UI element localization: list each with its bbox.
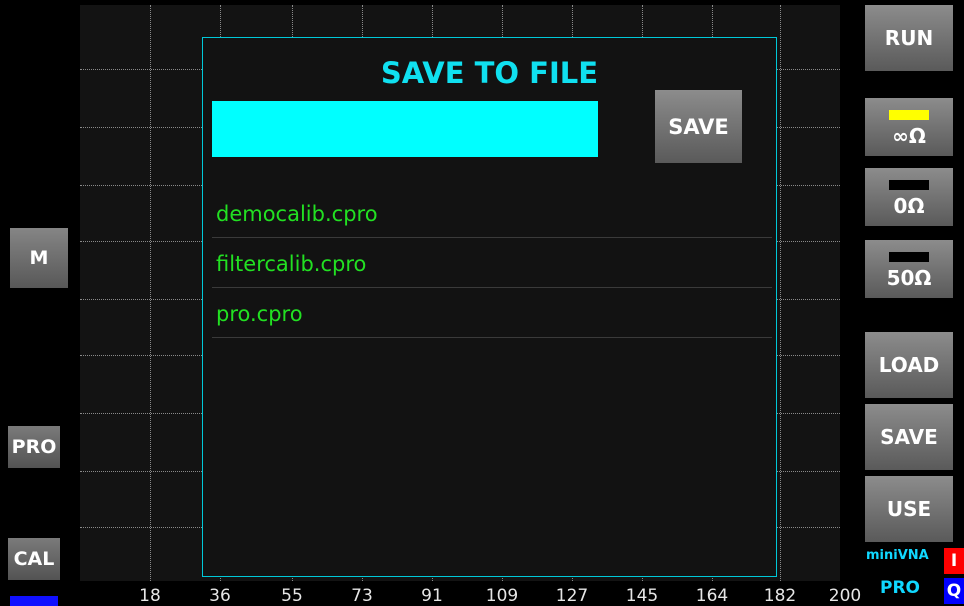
load50-calibration-button[interactable]: 50Ω bbox=[865, 240, 953, 298]
save-button[interactable]: SAVE bbox=[865, 404, 953, 470]
short-calibration-label: 0Ω bbox=[893, 194, 925, 218]
run-button[interactable]: RUN bbox=[865, 5, 953, 71]
open-status-indicator bbox=[889, 110, 929, 120]
x-tick-label: 36 bbox=[209, 586, 231, 606]
dialog-save-button[interactable]: SAVE bbox=[655, 90, 742, 163]
x-tick-label: 55 bbox=[281, 586, 303, 606]
q-channel-badge: Q bbox=[944, 578, 964, 604]
load-button-label: LOAD bbox=[878, 353, 940, 377]
grid-line bbox=[780, 5, 781, 581]
x-tick-label: 127 bbox=[555, 586, 589, 606]
open-calibration-button[interactable]: ∞Ω bbox=[865, 98, 953, 156]
file-list-item[interactable]: democalib.cpro bbox=[212, 188, 772, 238]
short-status-indicator bbox=[889, 180, 929, 190]
load50-status-indicator bbox=[889, 252, 929, 262]
i-channel-badge: I bbox=[944, 548, 964, 574]
x-tick-label: 164 bbox=[695, 586, 729, 606]
short-calibration-button[interactable]: 0Ω bbox=[865, 168, 953, 226]
x-tick-label: 109 bbox=[485, 586, 519, 606]
marker-button[interactable]: M bbox=[10, 228, 68, 288]
x-tick-label: 18 bbox=[139, 586, 161, 606]
grid-line bbox=[150, 5, 151, 581]
x-tick-label: 182 bbox=[763, 586, 797, 606]
x-tick-label: 73 bbox=[351, 586, 373, 606]
filename-input[interactable] bbox=[212, 101, 598, 157]
cal-button[interactable]: CAL bbox=[8, 538, 60, 580]
x-tick-label: 91 bbox=[421, 586, 443, 606]
brand-minivna: miniVNA bbox=[866, 548, 929, 563]
load-button[interactable]: LOAD bbox=[865, 332, 953, 398]
load50-calibration-label: 50Ω bbox=[886, 266, 932, 290]
status-indicator-bar bbox=[10, 596, 58, 606]
x-tick-label: 200 bbox=[828, 586, 862, 606]
use-button[interactable]: USE bbox=[865, 476, 953, 542]
brand-pro: PRO bbox=[880, 578, 921, 598]
open-calibration-label: ∞Ω bbox=[892, 124, 926, 148]
file-list-item[interactable]: filtercalib.cpro bbox=[212, 238, 772, 288]
file-list: democalib.cpro filtercalib.cpro pro.cpro bbox=[212, 188, 772, 338]
dialog-title: SAVE TO FILE bbox=[380, 56, 599, 90]
save-button-label: SAVE bbox=[880, 425, 938, 449]
save-to-file-dialog: SAVE TO FILE SAVE democalib.cpro filterc… bbox=[202, 37, 777, 577]
pro-button[interactable]: PRO bbox=[8, 426, 60, 468]
file-list-item[interactable]: pro.cpro bbox=[212, 288, 772, 338]
run-button-label: RUN bbox=[884, 26, 934, 50]
x-tick-label: 145 bbox=[625, 586, 659, 606]
use-button-label: USE bbox=[886, 497, 932, 521]
